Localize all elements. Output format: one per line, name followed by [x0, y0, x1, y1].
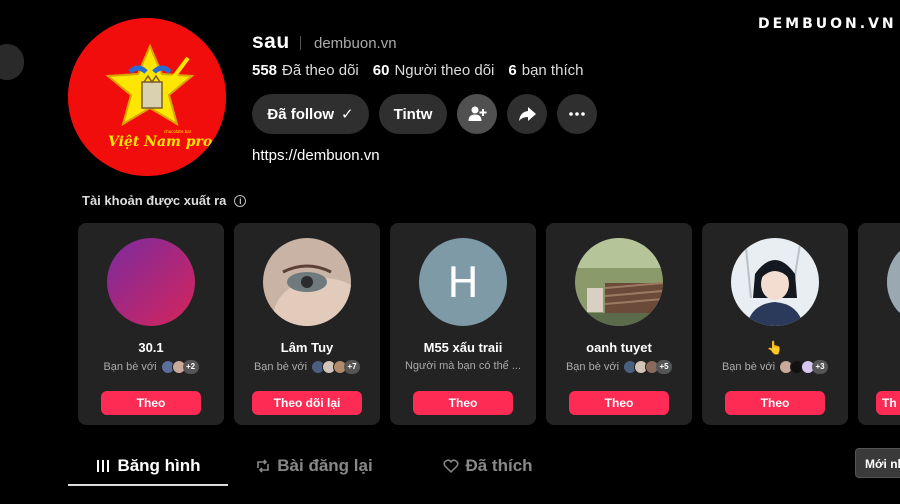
star-mascot-logo: Việt Nam pro chocolate bar — [68, 18, 226, 176]
follow-button[interactable]: Theo — [725, 391, 825, 415]
add-friend-button[interactable] — [457, 94, 497, 134]
follow-button[interactable]: Theo — [413, 391, 513, 415]
suggested-account-card[interactable]: 30.1 Bạn bè với +2 Theo — [78, 223, 224, 425]
add-friend-icon — [468, 106, 487, 121]
logo-text: Việt Nam pro — [108, 134, 212, 150]
account-avatar — [575, 238, 663, 326]
mutual-friends: Bạn bè với +5 — [550, 360, 688, 374]
mutual-friends: Bạn bè với +3 — [706, 360, 844, 374]
mutual-friends: Bạn bè với +7 — [238, 360, 376, 374]
avatar-letter: H — [447, 257, 479, 307]
account-name: oanh tuyet — [586, 340, 652, 355]
info-icon[interactable]: i — [234, 194, 247, 207]
suggested-account-card[interactable]: Th — [858, 223, 900, 425]
tab-liked[interactable]: Đã thích — [400, 450, 576, 482]
profile-nickname: dembuon.vn — [314, 35, 397, 52]
suggested-account-card[interactable]: H M55 xấu traii Người mà bạn có thể ... … — [390, 223, 536, 425]
side-nav-stub[interactable] — [0, 44, 24, 80]
stat-likes: 6 bạn thích — [508, 62, 584, 79]
follow-button[interactable]: Theo — [101, 391, 201, 415]
watermark: DEMBUON.VN — [758, 16, 897, 32]
active-tab-indicator — [68, 484, 228, 486]
more-options-button[interactable] — [557, 94, 597, 134]
account-avatar — [263, 238, 351, 326]
more-icon — [569, 112, 585, 116]
account-avatar — [887, 238, 900, 326]
logo-small-text: chocolate bar — [164, 129, 192, 134]
tab-reposts[interactable]: Bài đăng lại — [228, 450, 400, 482]
mutual-friends: Bạn bè với +2 — [82, 360, 220, 374]
account-name: 30.1 — [138, 340, 164, 355]
check-icon: ✓ — [341, 106, 354, 123]
suggested-accounts-title: Tài khoản được xuất ra i — [82, 193, 247, 208]
share-icon — [519, 107, 536, 121]
stat-followers[interactable]: 60 Người theo dõi — [373, 62, 495, 79]
account-name: M55 xấu traii — [423, 340, 503, 355]
mutual-friends: Người mà bạn có thể ... — [404, 360, 522, 372]
profile-stats: 558 Đã theo dõi 60 Người theo dõi 6 bạn thí… — [252, 62, 583, 79]
message-button[interactable]: Tintw — [379, 94, 447, 134]
profile-link[interactable]: https://dembuon.vn — [252, 147, 380, 164]
account-avatar: H — [419, 238, 507, 326]
repost-icon — [257, 459, 270, 473]
suggested-accounts-list: 30.1 Bạn bè với +2 Theo Lâm Tuy Bạn bè v… — [78, 223, 900, 425]
sort-latest-button[interactable]: Mới nhất — [855, 448, 900, 478]
tab-videos[interactable]: Băng hình — [68, 450, 228, 482]
suggested-account-card[interactable]: 👆 Bạn bè với +3 Theo — [702, 223, 848, 425]
following-label: Đã follow — [267, 105, 335, 123]
follow-button[interactable]: Th — [876, 391, 900, 415]
account-name: 👆 — [766, 340, 784, 355]
profile-actions: Đã follow ✓ Tintw — [252, 94, 597, 134]
profile-tabs: Băng hình Bài đăng lại Đã thích — [68, 450, 576, 482]
heart-icon — [443, 459, 460, 474]
video-grid-icon — [97, 460, 110, 472]
follow-button[interactable]: Theo — [569, 391, 669, 415]
profile-username: sau — [252, 30, 290, 53]
account-avatar — [107, 238, 195, 326]
account-name: Lâm Tuy — [280, 340, 334, 355]
following-button[interactable]: Đã follow ✓ — [252, 94, 369, 134]
follow-back-button[interactable]: Theo dõi lại — [252, 391, 362, 415]
stat-following[interactable]: 558 Đã theo dõi — [252, 62, 359, 79]
divider — [300, 36, 301, 50]
account-avatar — [731, 238, 819, 326]
profile-avatar[interactable]: Việt Nam pro chocolate bar — [68, 18, 226, 176]
suggested-account-card[interactable]: Lâm Tuy Bạn bè với +7 Theo dõi lại — [234, 223, 380, 425]
suggested-account-card[interactable]: oanh tuyet Bạn bè với +5 Theo — [546, 223, 692, 425]
share-button[interactable] — [507, 94, 547, 134]
